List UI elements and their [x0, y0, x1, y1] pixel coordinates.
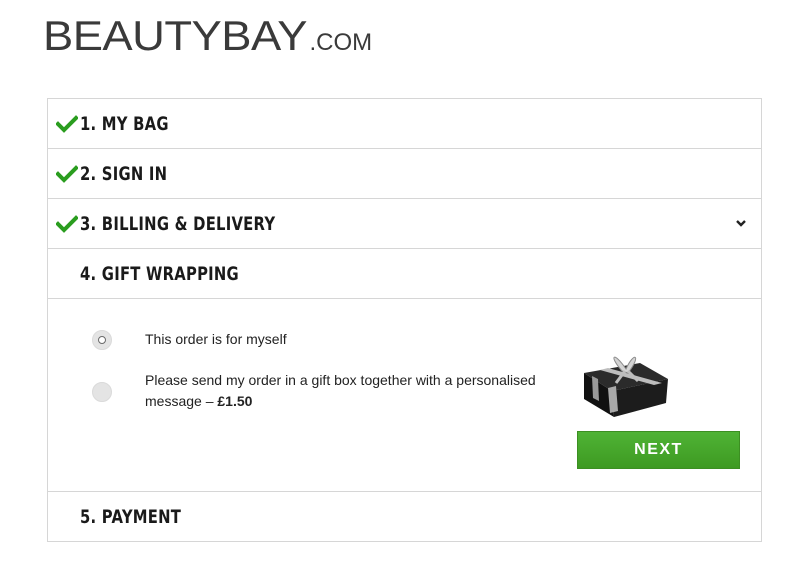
checkmark-icon — [56, 215, 78, 233]
step-title: 4. GIFT WRAPPING — [80, 262, 239, 285]
site-logo[interactable]: BEAUTYBAY .COM — [43, 14, 372, 58]
step-title: 3. BILLING & DELIVERY — [80, 212, 276, 235]
checkmark-icon — [56, 115, 78, 133]
step-title: 5. PAYMENT — [80, 505, 182, 528]
logo-domain: .COM — [309, 29, 373, 56]
radio-for-myself[interactable] — [92, 330, 112, 350]
gift-box-price: £1.50 — [217, 393, 253, 409]
chevron-down-icon[interactable] — [735, 218, 747, 228]
gift-box-text: Please send my order in a gift box toget… — [145, 372, 536, 409]
step-gift-wrapping[interactable]: 4. GIFT WRAPPING — [48, 249, 761, 299]
radio-gift-box[interactable] — [92, 382, 112, 402]
gift-box-icon — [584, 356, 668, 417]
next-button[interactable]: NEXT — [577, 431, 740, 469]
option-label-myself: This order is for myself — [145, 331, 287, 347]
checkmark-icon — [56, 165, 78, 183]
logo-wordmark: BEAUTYBAY — [43, 12, 308, 59]
checkout-steps: 1. MY BAG 2. SIGN IN 3. BILLING & DELIVE… — [47, 98, 762, 542]
step-title: 1. MY BAG — [80, 112, 169, 135]
option-label-gift-box: Please send my order in a gift box toget… — [145, 370, 555, 412]
step-billing-delivery[interactable]: 3. BILLING & DELIVERY — [48, 199, 761, 249]
step-sign-in[interactable]: 2. SIGN IN — [48, 149, 761, 199]
step-my-bag[interactable]: 1. MY BAG — [48, 99, 761, 149]
gift-wrapping-panel: This order is for myself Please send my … — [48, 299, 761, 492]
step-payment[interactable]: 5. PAYMENT — [48, 492, 761, 541]
step-title: 2. SIGN IN — [80, 162, 168, 185]
